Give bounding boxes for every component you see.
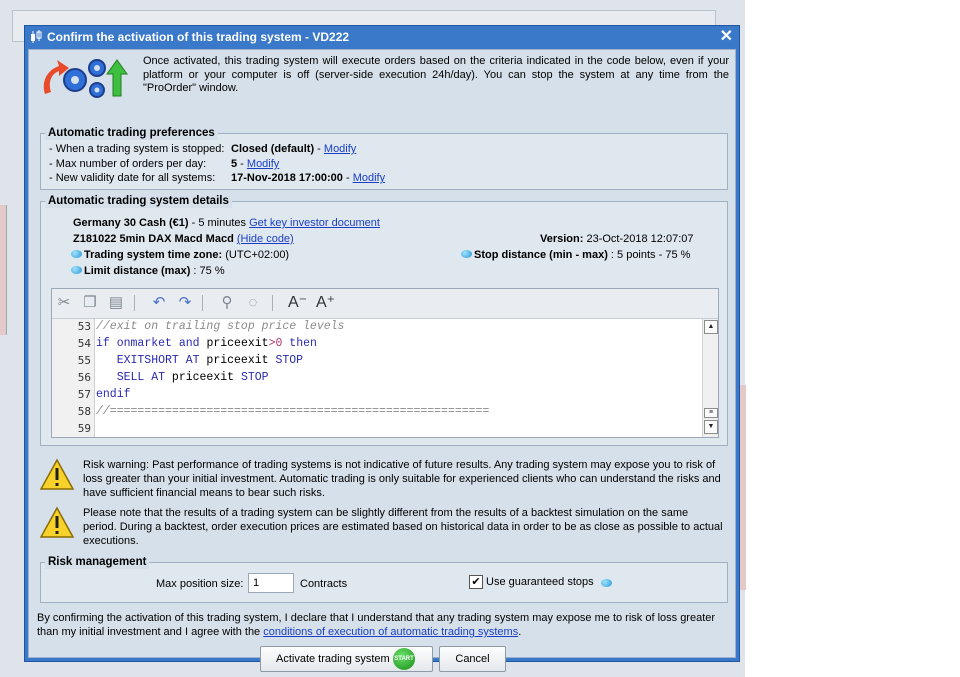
max-position-label: Max position size: xyxy=(156,578,244,590)
line-number: 56 xyxy=(77,371,91,384)
line-number: 54 xyxy=(77,337,91,350)
code-token: STOP xyxy=(275,354,304,367)
risk-warning-text: Risk warning: Past performance of tradin… xyxy=(83,459,721,499)
contracts-label: Contracts xyxy=(300,578,348,590)
warning-icon xyxy=(39,506,75,538)
code-line: if onmarket and priceexit>0 then xyxy=(96,337,317,350)
code-token: 0 xyxy=(275,337,290,350)
system-name: Z181022 5min DAX Macd Macd xyxy=(73,233,234,245)
guaranteed-stops-checkbox[interactable]: ✔ xyxy=(469,575,483,589)
limit-distance-line: Limit distance (max) : 75 % xyxy=(71,264,225,278)
code-line: //======================================… xyxy=(96,405,489,418)
risk-management-title: Risk management xyxy=(45,555,150,569)
risk-management-group: Risk management Max position size: Contr… xyxy=(40,555,728,603)
line-number: 57 xyxy=(77,388,91,401)
toolbar-separator xyxy=(134,295,135,311)
intro-description: Once activated, this trading system will… xyxy=(143,55,729,94)
info-bubble-icon[interactable] xyxy=(71,250,82,259)
modify-stopped-link[interactable]: Modify xyxy=(324,143,356,155)
code-token: and xyxy=(178,337,207,350)
code-token: priceexit xyxy=(206,337,269,350)
toolbar-separator xyxy=(202,295,203,311)
version-line: Version: 23-Oct-2018 12:07:07 xyxy=(540,233,694,245)
preferences-title: Automatic trading preferences xyxy=(45,126,218,140)
code-editor: ✂ ❐ ▤ ↶ ↷ ⚲ ◌ A⁻ A⁺ 53 54 55 56 57 58 59 //exi… xyxy=(51,288,719,438)
copy-icon[interactable]: ❐ xyxy=(81,294,99,312)
preferences-group: Automatic trading preferences - When a t… xyxy=(40,126,728,190)
cancel-button[interactable]: Cancel xyxy=(439,646,506,672)
scroll-up-button[interactable]: ▲ xyxy=(704,320,718,334)
stop-distance-line: Stop distance (min - max) : 5 points - 7… xyxy=(461,248,690,262)
hide-code-link[interactable]: (Hide code) xyxy=(237,233,294,245)
search-icon[interactable]: ⚲ xyxy=(218,294,236,312)
background-chart-panel-right xyxy=(739,385,746,590)
code-line: endif xyxy=(96,388,131,401)
line-number: 55 xyxy=(77,354,91,367)
activate-trading-system-button[interactable]: Activate trading system START xyxy=(260,646,433,672)
backtest-warning-text: Please note that the results of a tradin… xyxy=(83,507,723,547)
code-token: STOP xyxy=(240,371,269,384)
candlestick-icon xyxy=(31,30,42,43)
paste-icon[interactable]: ▤ xyxy=(107,294,125,312)
instrument-line: Germany 30 Cash (€1) - 5 minutes Get key… xyxy=(73,217,380,229)
close-button[interactable]: ✕ xyxy=(720,26,733,48)
activation-dialog: Confirm the activation of this trading s… xyxy=(24,25,740,672)
background-chart-panel-left xyxy=(0,205,7,335)
editor-toolbar: ✂ ❐ ▤ ↶ ↷ ⚲ ◌ A⁻ A⁺ xyxy=(52,289,718,319)
code-token: priceexit xyxy=(171,371,241,384)
code-token: if xyxy=(96,337,117,350)
instrument-name: Germany 30 Cash (€1) xyxy=(73,217,189,229)
details-title: Automatic trading system details xyxy=(45,194,232,208)
dialog-titlebar[interactable]: Confirm the activation of this trading s… xyxy=(25,26,739,48)
code-token: then xyxy=(289,337,317,350)
warning-icon xyxy=(39,458,75,490)
increase-font-icon[interactable]: A⁺ xyxy=(316,294,335,312)
code-text-area[interactable]: //exit on trailing stop price levels if o… xyxy=(96,319,702,437)
info-bubble-icon[interactable] xyxy=(461,250,472,259)
code-token: endif xyxy=(96,388,131,401)
line-number-gutter: 53 54 55 56 57 58 59 xyxy=(52,319,95,437)
code-scrollbar[interactable]: ▲ ≡ ▼ xyxy=(702,319,718,437)
comment-icon[interactable]: ◌ xyxy=(244,294,262,312)
gears-sync-icon xyxy=(43,59,128,98)
info-bubble-icon[interactable] xyxy=(601,579,612,587)
start-badge-icon: START xyxy=(393,648,415,670)
code-token: //======================================… xyxy=(96,405,490,418)
code-token: priceexit xyxy=(206,354,276,367)
max-position-input[interactable] xyxy=(248,573,294,593)
modify-max-orders-link[interactable]: Modify xyxy=(247,158,279,170)
dialog-body: Once activated, this trading system will… xyxy=(28,49,736,672)
scroll-down-button[interactable]: ▼ xyxy=(704,420,718,434)
code-token: onmarket xyxy=(116,337,179,350)
declaration-text: By confirming the activation of this tra… xyxy=(37,612,716,638)
decrease-font-icon[interactable]: A⁻ xyxy=(288,294,307,312)
line-number: 58 xyxy=(77,405,91,418)
undo-icon[interactable]: ↶ xyxy=(150,294,168,312)
cut-icon[interactable]: ✂ xyxy=(55,294,73,312)
dialog-title: Confirm the activation of this trading s… xyxy=(47,30,350,44)
timezone-line: Trading system time zone: (UTC+02:00) xyxy=(71,248,289,262)
system-name-line: Z181022 5min DAX Macd Macd (Hide code) xyxy=(73,232,294,246)
code-line: SELL AT priceexit STOP xyxy=(96,371,269,384)
modify-validity-link[interactable]: Modify xyxy=(353,172,385,184)
redo-icon[interactable]: ↷ xyxy=(176,294,194,312)
code-token: EXITSHORT AT xyxy=(96,354,207,367)
line-number: 59 xyxy=(77,422,91,435)
line-number: 53 xyxy=(77,320,91,333)
info-bubble-icon[interactable] xyxy=(71,266,82,275)
guaranteed-stops-label: Use guaranteed stops xyxy=(486,576,594,588)
scroll-thumb[interactable]: ≡ xyxy=(704,408,718,418)
code-token: //exit on trailing stop price levels xyxy=(96,320,345,333)
code-line: //exit on trailing stop price levels xyxy=(96,320,344,333)
code-line: EXITSHORT AT priceexit STOP xyxy=(96,354,303,367)
toolbar-separator xyxy=(272,295,273,311)
code-token: SELL AT xyxy=(96,371,172,384)
key-investor-document-link[interactable]: Get key investor document xyxy=(249,217,380,229)
conditions-link[interactable]: conditions of execution of automatic tra… xyxy=(263,626,518,638)
details-group: Automatic trading system details Germany… xyxy=(40,194,728,446)
